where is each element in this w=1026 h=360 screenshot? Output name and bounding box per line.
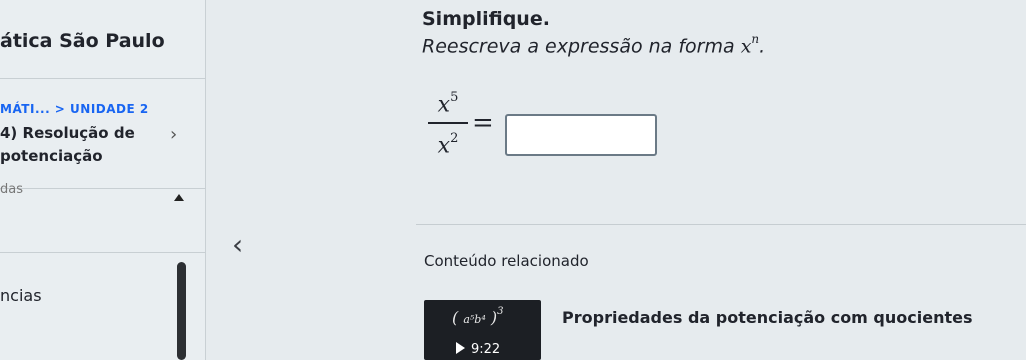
video-thumbnail[interactable]: ( a⁵b⁴ )3 9:22 [424, 300, 541, 360]
numerator: x5 [428, 86, 468, 119]
sidebar-divider [0, 78, 206, 79]
denominator-base: x [437, 133, 451, 159]
numerator-exponent: 5 [450, 90, 459, 105]
back-button[interactable]: ‹ [232, 228, 243, 261]
fraction-bar [428, 122, 468, 125]
question-title: Simplifique. [422, 8, 550, 30]
fraction-expression: x5 x2 [428, 86, 468, 161]
denominator: x2 [428, 127, 468, 160]
scrollbar[interactable] [177, 262, 186, 360]
sidebar-divider [0, 188, 206, 189]
section-label: das [0, 182, 23, 197]
section-divider [416, 224, 1026, 225]
instruction-variable: x [740, 35, 752, 58]
denominator-exponent: 2 [450, 131, 459, 147]
instruction-exponent: n [751, 32, 760, 46]
sidebar-divider [0, 252, 206, 253]
list-item[interactable]: ncias [0, 286, 42, 305]
collapse-triangle-icon[interactable] [174, 194, 184, 201]
exercise-panel: Simplifique. Reescreva a expressão na fo… [206, 0, 1026, 360]
related-content-heading: Conteúdo relacionado [424, 252, 589, 270]
play-duration[interactable]: 9:22 [456, 342, 500, 357]
breadcrumb[interactable]: MÁTI... > UNIDADE 2 [0, 102, 149, 116]
sidebar: ática São Paulo MÁTI... > UNIDADE 2 4) R… [0, 0, 206, 360]
instruction-text: Reescreva a expressão na forma [422, 35, 741, 58]
play-icon[interactable] [456, 342, 465, 354]
answer-input[interactable] [505, 114, 657, 156]
thumbnail-expression: ( a⁵b⁴ )3 [452, 306, 504, 327]
question-instruction: Reescreva a expressão na forma xn. [422, 32, 766, 58]
numerator-base: x [437, 92, 451, 118]
instruction-period: . [759, 35, 766, 58]
video-duration: 9:22 [471, 342, 501, 357]
equals-sign: = [472, 108, 494, 138]
lesson-title[interactable]: 4) Resolução de potenciação [0, 122, 160, 168]
chevron-right-icon[interactable]: › [170, 124, 177, 145]
video-title-link[interactable]: Propriedades da potenciação com quocient… [562, 308, 973, 327]
course-title[interactable]: ática São Paulo [0, 30, 165, 52]
